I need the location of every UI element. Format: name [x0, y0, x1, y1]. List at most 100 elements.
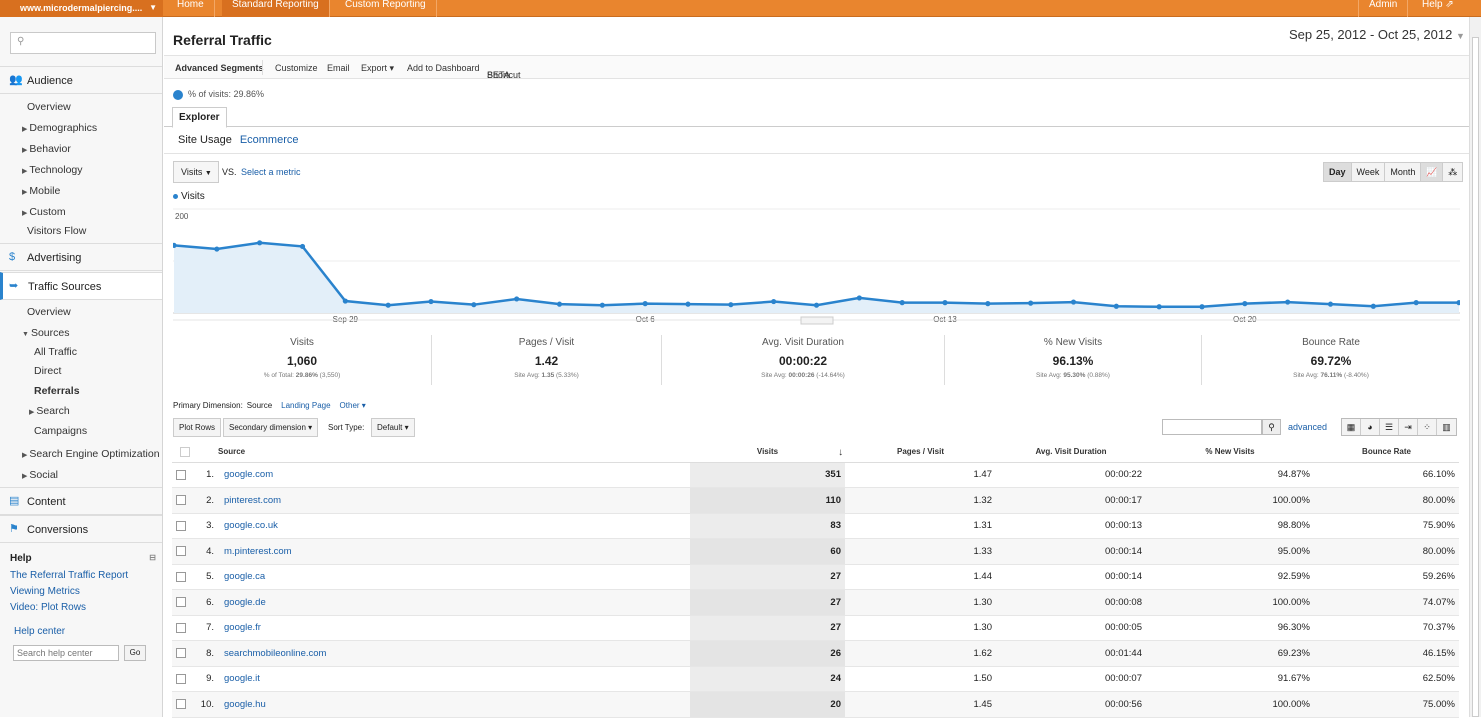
- help-search-input[interactable]: [13, 645, 119, 661]
- header-avg-duration[interactable]: Avg. Visit Duration: [996, 442, 1146, 463]
- sidebar-item-custom[interactable]: ▶ Custom: [22, 206, 184, 218]
- subtab-ecommerce[interactable]: Ecommerce: [240, 134, 299, 146]
- week-button[interactable]: Week: [1352, 163, 1386, 181]
- table-row[interactable]: 2. pinterest.com 110 1.32 00:00:17 100.00% 80.…: [172, 487, 1459, 514]
- performance-view-icon[interactable]: ☰: [1380, 419, 1399, 435]
- header-source[interactable]: Source: [218, 442, 690, 463]
- checkbox[interactable]: [176, 495, 186, 506]
- checkbox[interactable]: [176, 648, 186, 659]
- source-link[interactable]: google.de: [224, 597, 266, 608]
- data-point[interactable]: [1327, 301, 1334, 307]
- sidebar-item-technology[interactable]: ▶ Technology: [22, 164, 184, 176]
- data-point[interactable]: [257, 240, 263, 246]
- table-row[interactable]: 3. google.co.uk 83 1.31 00:00:13 98.80% 75.90%: [172, 513, 1459, 539]
- subtab-site-usage[interactable]: Site Usage: [178, 134, 232, 146]
- checkbox[interactable]: [176, 546, 186, 557]
- data-point[interactable]: [813, 302, 820, 308]
- sidebar-section-advertising[interactable]: $ Advertising: [0, 243, 162, 271]
- search-icon[interactable]: ⚲: [1262, 419, 1281, 435]
- table-filter-input[interactable]: [1162, 419, 1262, 435]
- pivot-view-icon[interactable]: ▥: [1437, 419, 1456, 435]
- day-button[interactable]: Day: [1324, 163, 1352, 181]
- dimension-other[interactable]: Other ▾: [340, 401, 366, 410]
- table-row[interactable]: 9. google.it 24 1.50 00:00:07 91.67% 62.50%: [172, 666, 1459, 692]
- month-button[interactable]: Month: [1385, 163, 1420, 181]
- account-selector[interactable]: www.microdermalpiercing.... ▼: [0, 0, 163, 17]
- nav-home[interactable]: Home: [167, 0, 215, 17]
- checkbox[interactable]: [176, 571, 186, 582]
- row-checkbox-cell[interactable]: [172, 615, 194, 641]
- row-checkbox-cell[interactable]: [172, 462, 194, 488]
- sidebar-item-mobile[interactable]: ▶ Mobile: [22, 185, 184, 197]
- checkbox[interactable]: [176, 699, 186, 710]
- data-point[interactable]: [1070, 299, 1077, 305]
- data-point[interactable]: [856, 295, 862, 301]
- sidebar-search-input[interactable]: ⚲: [10, 32, 156, 54]
- pie-view-icon[interactable]: ◕: [1361, 419, 1380, 435]
- table-row[interactable]: 10. google.hu 20 1.45 00:00:56 100.00% 75.00%: [172, 691, 1459, 718]
- data-point[interactable]: [1370, 303, 1376, 309]
- row-checkbox-cell[interactable]: [172, 538, 194, 565]
- add-to-dashboard-button[interactable]: Add to Dashboard: [407, 63, 480, 73]
- source-link[interactable]: google.co.uk: [224, 520, 278, 531]
- checkbox[interactable]: [176, 597, 186, 608]
- data-point[interactable]: [385, 302, 391, 308]
- tab-explorer[interactable]: Explorer: [172, 107, 227, 128]
- data-point[interactable]: [1156, 304, 1162, 310]
- data-point[interactable]: [214, 246, 220, 252]
- table-row[interactable]: 8. searchmobileonline.com 26 1.62 00:01:44 69…: [172, 640, 1459, 667]
- scrollbar[interactable]: [1469, 17, 1481, 717]
- source-link[interactable]: google.it: [224, 673, 260, 684]
- chart-resize-handle[interactable]: [800, 316, 834, 325]
- data-point[interactable]: [514, 296, 520, 302]
- source-link[interactable]: google.ca: [224, 571, 265, 582]
- sidebar-item-demographics[interactable]: ▶ Demographics: [22, 122, 184, 134]
- row-checkbox-cell[interactable]: [172, 640, 194, 667]
- source-link[interactable]: google.com: [224, 469, 273, 480]
- header-new-visits[interactable]: % New Visits: [1146, 442, 1314, 463]
- row-checkbox-cell[interactable]: [172, 564, 194, 590]
- nav-admin[interactable]: Admin: [1358, 0, 1409, 17]
- collapse-icon[interactable]: ⊟: [149, 553, 156, 562]
- help-link-video-plot-rows[interactable]: Video: Plot Rows: [10, 602, 172, 613]
- source-link[interactable]: pinterest.com: [224, 495, 281, 506]
- data-point[interactable]: [1113, 303, 1119, 309]
- dimension-landing-page[interactable]: Landing Page: [281, 401, 330, 410]
- header-bounce-rate[interactable]: Bounce Rate: [1314, 442, 1459, 463]
- plot-rows-button[interactable]: Plot Rows: [173, 418, 222, 437]
- header-pages-visit[interactable]: Pages / Visit: [845, 442, 996, 463]
- source-link[interactable]: google.hu: [224, 699, 266, 710]
- header-visits[interactable]: Visits ↓: [690, 442, 845, 463]
- sort-type-select[interactable]: Default ▾: [371, 418, 415, 437]
- line-chart-icon[interactable]: 📈: [1421, 163, 1444, 181]
- table-row[interactable]: 1. google.com 351 1.47 00:00:22 94.87% 66.10%: [172, 462, 1459, 488]
- sidebar-item-sources[interactable]: ▼ Sources: [22, 327, 184, 339]
- checkbox[interactable]: [176, 622, 186, 633]
- nav-standard-reporting[interactable]: Standard Reporting: [222, 0, 330, 17]
- advanced-filter-link[interactable]: advanced: [1288, 422, 1327, 432]
- data-point[interactable]: [342, 298, 348, 304]
- sidebar-section-traffic-sources[interactable]: ➥ Traffic Sources: [0, 272, 162, 300]
- data-point[interactable]: [942, 300, 948, 306]
- data-point[interactable]: [599, 302, 605, 308]
- data-point[interactable]: [1199, 304, 1205, 310]
- data-point[interactable]: [728, 302, 734, 308]
- data-point[interactable]: [1285, 299, 1291, 305]
- nav-help[interactable]: Help ⇗: [1412, 0, 1464, 17]
- help-center-link[interactable]: Help center: [14, 626, 176, 637]
- data-point[interactable]: [471, 302, 477, 308]
- checkbox[interactable]: [176, 469, 186, 480]
- sidebar-section-conversions[interactable]: ⚑ Conversions: [0, 515, 162, 543]
- term-cloud-icon[interactable]: ⁘: [1418, 419, 1437, 435]
- data-point[interactable]: [1028, 300, 1034, 306]
- checkbox[interactable]: [176, 520, 186, 531]
- data-point[interactable]: [1242, 301, 1248, 307]
- checkbox[interactable]: [180, 446, 190, 457]
- select-all-checkbox[interactable]: [172, 442, 194, 463]
- export-button[interactable]: Export ▾: [361, 63, 394, 74]
- checkbox[interactable]: [176, 673, 186, 684]
- date-range-selector[interactable]: Sep 25, 2012 - Oct 25, 2012 ▼: [1289, 27, 1465, 42]
- metric-selector[interactable]: Visits ▼: [173, 161, 219, 183]
- data-point[interactable]: [685, 301, 691, 307]
- row-checkbox-cell[interactable]: [172, 589, 194, 616]
